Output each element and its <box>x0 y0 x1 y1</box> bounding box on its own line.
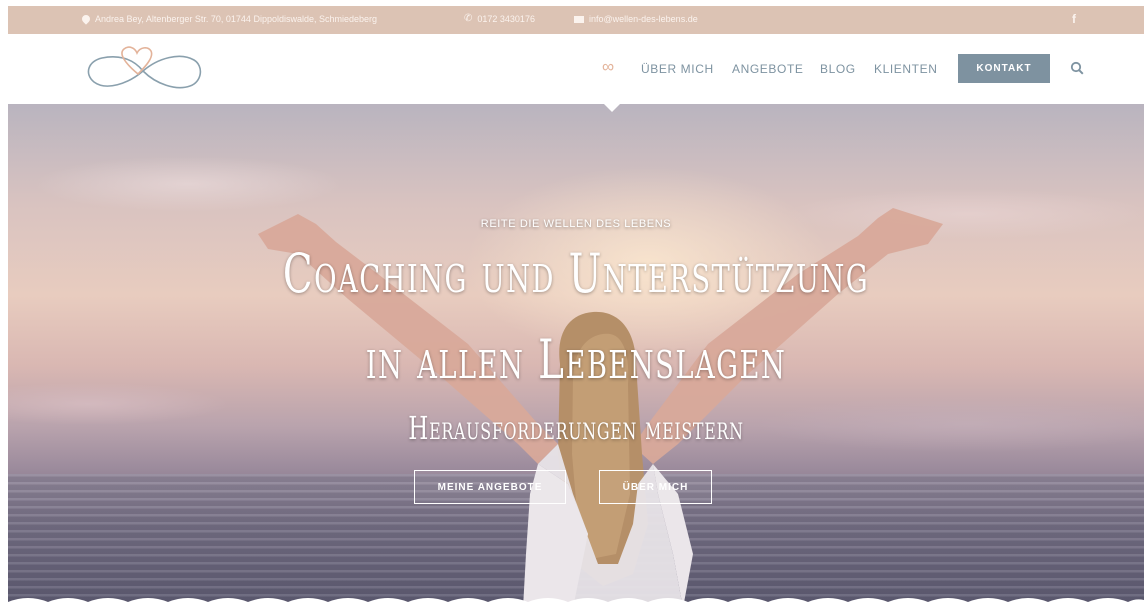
site-header: ∞ ÜBER MICH ANGEBOTE BLOG KLIENTEN KONTA… <box>8 34 1144 112</box>
hero-subheadline: Herausforderungen meistern <box>408 409 744 447</box>
email-text[interactable]: info@wellen-des-lebens.de <box>589 14 698 24</box>
meine-angebote-button[interactable]: MEINE ANGEBOTE <box>414 470 566 504</box>
phone-icon: ✆ <box>464 13 473 24</box>
ueber-mich-button[interactable]: ÜBER MICH <box>599 470 712 504</box>
nav-active-pointer <box>604 104 620 112</box>
search-icon[interactable] <box>1070 61 1084 75</box>
hero-text-block: REITE DIE WELLEN DES LEBENS Coaching und… <box>8 104 1144 608</box>
facebook-icon[interactable]: f <box>1072 12 1076 26</box>
nav-item-angebote[interactable]: ANGEBOTE <box>732 62 803 76</box>
nav-item-ueber-mich[interactable]: ÜBER MICH <box>641 62 714 76</box>
hero-tagline: REITE DIE WELLEN DES LEBENS <box>480 218 672 230</box>
kontakt-button[interactable]: KONTAKT <box>958 54 1050 83</box>
phone-text[interactable]: 0172 3430176 <box>477 14 535 24</box>
envelope-icon <box>574 15 584 23</box>
address-text: Andrea Bey, Altenberger Str. 70, 01744 D… <box>95 14 378 24</box>
phone-info[interactable]: ✆ 0172 3430176 <box>464 13 535 25</box>
home-infinity-icon[interactable]: ∞ <box>602 57 614 77</box>
top-info-bar: Andrea Bey, Altenberger Str. 70, 01744 D… <box>8 6 1144 34</box>
nav-item-blog[interactable]: BLOG <box>820 62 856 76</box>
wave-divider <box>8 598 1144 608</box>
hero-headline-line-1: Coaching und Unterstützung <box>282 242 870 305</box>
page: Andrea Bey, Altenberger Str. 70, 01744 D… <box>8 6 1144 608</box>
hero-headline-line-2: in allen Lebenslagen <box>365 328 787 391</box>
nav-item-klienten[interactable]: KLIENTEN <box>874 62 937 76</box>
email-info[interactable]: info@wellen-des-lebens.de <box>574 14 698 24</box>
hero-section: REITE DIE WELLEN DES LEBENS Coaching und… <box>8 104 1144 608</box>
address-info: Andrea Bey, Altenberger Str. 70, 01744 D… <box>80 13 378 25</box>
map-pin-icon <box>80 13 92 25</box>
infinity-heart-logo[interactable] <box>80 44 206 98</box>
